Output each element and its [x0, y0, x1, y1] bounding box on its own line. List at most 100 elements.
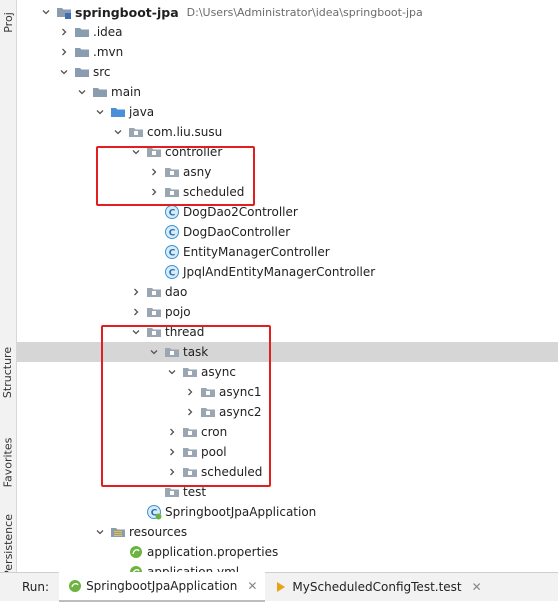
folder-icon — [74, 24, 90, 40]
tree-item-label: com.liu.susu — [147, 125, 223, 139]
package-icon — [146, 284, 162, 300]
tree-row-java[interactable]: java — [17, 102, 558, 122]
tree-row-idea[interactable]: .idea — [17, 22, 558, 42]
tree-item-label: application.properties — [147, 545, 279, 559]
chevron-down-icon[interactable] — [166, 366, 178, 378]
left-tool-strip: Proj Structure Favorites Persistence — [0, 0, 17, 601]
tree-row-pool[interactable]: pool — [17, 442, 558, 462]
tree-row-em[interactable]: C EntityManagerController — [17, 242, 558, 262]
favorites-tool-tab[interactable]: Favorites — [0, 426, 16, 498]
chevron-down-icon[interactable] — [94, 106, 106, 118]
project-tree[interactable]: springboot-jpa D:\Users\Administrator\ide… — [17, 0, 558, 572]
project-path: D:\Users\Administrator\idea\springboot-j… — [186, 5, 423, 19]
tree-row-main[interactable]: main — [17, 82, 558, 102]
tree-item-label: test — [183, 485, 207, 499]
chevron-right-icon[interactable] — [148, 186, 160, 198]
tree-row-dao[interactable]: dao — [17, 282, 558, 302]
tree-item-label: scheduled — [201, 465, 263, 479]
package-icon — [182, 424, 198, 440]
tree-item-label: .idea — [93, 25, 123, 39]
tree-row-app[interactable]: C SpringbootJpaApplication — [17, 502, 558, 522]
tree-item-label: scheduled — [183, 185, 245, 199]
module-folder-icon — [56, 4, 72, 20]
svg-text:C: C — [169, 229, 176, 239]
tree-row-task[interactable]: task — [17, 342, 558, 362]
chevron-right-icon[interactable] — [130, 286, 142, 298]
chevron-down-icon[interactable] — [148, 346, 160, 358]
tree-row-jpql[interactable]: C JpqlAndEntityManagerController — [17, 262, 558, 282]
tree-item-label: task — [183, 345, 209, 359]
chevron-right-icon[interactable] — [166, 466, 178, 478]
chevron-right-icon[interactable] — [130, 306, 142, 318]
tree-row-root[interactable]: springboot-jpa D:\Users\Administrator\ide… — [17, 2, 558, 22]
tree-item-label: cron — [201, 425, 228, 439]
run-tab-scheduled-test[interactable]: MyScheduledConfigTest.test ✕ — [265, 573, 489, 601]
package-icon — [200, 404, 216, 420]
chevron-down-icon[interactable] — [130, 326, 142, 338]
tree-row-asny[interactable]: asny — [17, 162, 558, 182]
tree-row-resources[interactable]: resources — [17, 522, 558, 542]
tree-row-test[interactable]: test — [17, 482, 558, 502]
tree-item-label: pool — [201, 445, 227, 459]
tree-row-pkg[interactable]: com.liu.susu — [17, 122, 558, 142]
tree-row-props[interactable]: application.properties — [17, 542, 558, 562]
package-icon — [146, 324, 162, 340]
persistence-tool-tab[interactable]: Persistence — [0, 508, 16, 582]
folder-icon — [74, 44, 90, 60]
tree-item-label: thread — [165, 325, 205, 339]
chevron-down-icon[interactable] — [76, 86, 88, 98]
package-icon — [182, 444, 198, 460]
tree-row-dog2[interactable]: C DogDao2Controller — [17, 202, 558, 222]
tree-item-label: async1 — [219, 385, 262, 399]
tree-row-yml[interactable]: application.yml — [17, 562, 558, 572]
chevron-right-icon[interactable] — [58, 46, 70, 58]
java-class-icon: C — [164, 224, 180, 240]
chevron-right-icon[interactable] — [184, 386, 196, 398]
tree-row-mvn[interactable]: .mvn — [17, 42, 558, 62]
chevron-down-icon[interactable] — [58, 66, 70, 78]
spring-run-icon — [67, 578, 83, 594]
chevron-right-icon[interactable] — [148, 166, 160, 178]
tree-row-thread[interactable]: thread — [17, 322, 558, 342]
chevron-right-icon[interactable] — [166, 426, 178, 438]
tree-row-dog[interactable]: C DogDaoController — [17, 222, 558, 242]
tree-row-ctrl-scheduled[interactable]: scheduled — [17, 182, 558, 202]
chevron-down-icon[interactable] — [40, 6, 52, 18]
structure-tool-tab[interactable]: Structure — [0, 340, 16, 404]
tree-item-label: async2 — [219, 405, 262, 419]
tree-row-src[interactable]: src — [17, 62, 558, 82]
tree-row-cron[interactable]: cron — [17, 422, 558, 442]
folder-icon — [74, 64, 90, 80]
tree-row-async[interactable]: async — [17, 362, 558, 382]
run-label: Run: — [22, 580, 50, 594]
close-icon[interactable]: ✕ — [472, 580, 482, 594]
tree-item-label: springboot-jpa — [75, 4, 179, 20]
chevron-down-icon[interactable] — [112, 126, 124, 138]
tree-item-label: resources — [129, 525, 188, 539]
folder-icon — [92, 84, 108, 100]
svg-text:C: C — [169, 269, 176, 279]
tree-item-label: asny — [183, 165, 212, 179]
chevron-right-icon[interactable] — [58, 26, 70, 38]
package-icon — [164, 484, 180, 500]
tree-row-pojo[interactable]: pojo — [17, 302, 558, 322]
close-icon[interactable]: ✕ — [247, 579, 257, 593]
chevron-right-icon[interactable] — [166, 446, 178, 458]
tree-row-task-scheduled[interactable]: scheduled — [17, 462, 558, 482]
chevron-right-icon[interactable] — [184, 406, 196, 418]
chevron-down-icon[interactable] — [130, 146, 142, 158]
package-icon — [182, 364, 198, 380]
tree-item-label: DogDaoController — [183, 225, 291, 239]
package-icon — [164, 164, 180, 180]
svg-text:C: C — [169, 249, 176, 259]
run-tab-springboot-app[interactable]: SpringbootJpaApplication ✕ — [59, 572, 266, 602]
svg-text:C: C — [169, 209, 176, 219]
tree-row-async1[interactable]: async1 — [17, 382, 558, 402]
project-tool-tab[interactable]: Proj — [0, 4, 16, 40]
chevron-down-icon[interactable] — [94, 526, 106, 538]
tree-row-async2[interactable]: async2 — [17, 402, 558, 422]
java-class-icon: C — [164, 244, 180, 260]
tree-row-controller[interactable]: controller — [17, 142, 558, 162]
package-icon — [128, 124, 144, 140]
tree-item-label: src — [93, 65, 111, 79]
